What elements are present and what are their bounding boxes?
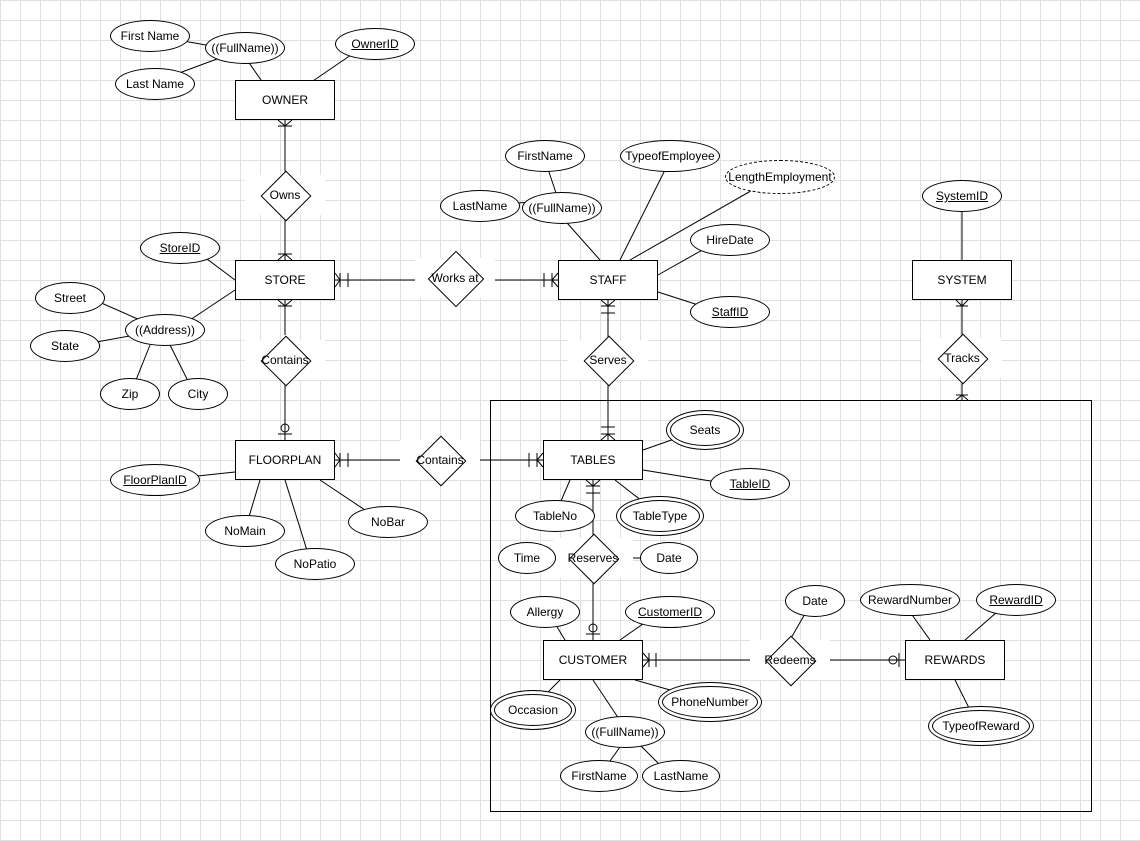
entity-floorplan[interactable]: FLOORPLAN bbox=[235, 440, 335, 480]
rel-reserves[interactable]: Reserves bbox=[553, 538, 633, 578]
entity-staff[interactable]: STAFF bbox=[558, 260, 658, 300]
attr-customer-phone[interactable]: PhoneNumber bbox=[662, 686, 758, 718]
attr-tables-id[interactable]: TableID bbox=[710, 468, 790, 500]
entity-system-label: SYSTEM bbox=[937, 273, 986, 287]
attr-floorplan-id[interactable]: FloorPlanID bbox=[110, 464, 200, 496]
attr-staff-id[interactable]: StaffID bbox=[690, 296, 770, 328]
entity-floorplan-label: FLOORPLAN bbox=[249, 453, 322, 467]
entity-owner[interactable]: OWNER bbox=[235, 80, 335, 120]
entity-store[interactable]: STORE bbox=[235, 260, 335, 300]
entity-customer[interactable]: CUSTOMER bbox=[543, 640, 643, 680]
attr-tables-seats[interactable]: Seats bbox=[670, 414, 740, 446]
attr-reserves-date[interactable]: Date bbox=[640, 542, 698, 574]
entity-rewards-label: REWARDS bbox=[925, 653, 986, 667]
attr-rewards-id[interactable]: RewardID bbox=[976, 584, 1056, 616]
attr-staff-fullname[interactable]: ((FullName)) bbox=[522, 192, 602, 224]
entity-system[interactable]: SYSTEM bbox=[912, 260, 1012, 300]
entity-staff-label: STAFF bbox=[589, 273, 626, 287]
attr-store-zip[interactable]: Zip bbox=[100, 378, 160, 410]
attr-staff-lastname[interactable]: LastName bbox=[440, 190, 520, 222]
entity-rewards[interactable]: REWARDS bbox=[905, 640, 1005, 680]
attr-customer-id[interactable]: CustomerID bbox=[625, 596, 715, 628]
er-diagram-canvas: OWNER First Name Last Name ((FullName)) … bbox=[0, 0, 1140, 841]
attr-customer-occasion[interactable]: Occasion bbox=[494, 694, 572, 726]
attr-store-street[interactable]: Street bbox=[35, 282, 105, 314]
rel-serves[interactable]: Serves bbox=[568, 340, 648, 380]
attr-floorplan-nobar[interactable]: NoBar bbox=[348, 506, 428, 538]
attr-floorplan-nopatio[interactable]: NoPatio bbox=[275, 548, 355, 580]
rel-contains-store[interactable]: Contains bbox=[245, 340, 325, 380]
attr-store-id[interactable]: StoreID bbox=[140, 232, 220, 264]
attr-staff-length-employment[interactable]: LengthEmployment bbox=[725, 160, 835, 194]
attr-rewards-number[interactable]: RewardNumber bbox=[860, 584, 960, 616]
attr-store-state[interactable]: State bbox=[30, 330, 100, 362]
rel-works-at[interactable]: Works at bbox=[415, 258, 495, 298]
rel-contains-fp[interactable]: Contains bbox=[400, 440, 480, 480]
attr-redeems-date[interactable]: Date bbox=[785, 585, 845, 617]
rel-tracks[interactable]: Tracks bbox=[922, 338, 1002, 378]
attr-floorplan-nomain[interactable]: NoMain bbox=[205, 515, 285, 547]
attr-store-city[interactable]: City bbox=[168, 378, 228, 410]
attr-customer-lastname[interactable]: LastName bbox=[642, 760, 720, 792]
attr-system-id[interactable]: SystemID bbox=[922, 180, 1002, 212]
entity-store-label: STORE bbox=[264, 273, 305, 287]
attr-reserves-time[interactable]: Time bbox=[498, 542, 556, 574]
attr-owner-fullname[interactable]: ((FullName)) bbox=[205, 32, 285, 64]
attr-tables-tabletype[interactable]: TableType bbox=[620, 500, 700, 532]
attr-customer-allergy[interactable]: Allergy bbox=[510, 596, 580, 628]
entity-owner-label: OWNER bbox=[262, 93, 308, 107]
attr-owner-id[interactable]: OwnerID bbox=[335, 28, 415, 60]
entity-tables[interactable]: TABLES bbox=[543, 440, 643, 480]
attr-staff-hiredate[interactable]: HireDate bbox=[690, 224, 770, 256]
attr-store-address[interactable]: ((Address)) bbox=[125, 314, 205, 346]
attr-staff-firstname[interactable]: FirstName bbox=[505, 140, 585, 172]
rel-owns[interactable]: Owns bbox=[245, 175, 325, 215]
attr-customer-firstname[interactable]: FirstName bbox=[560, 760, 638, 792]
attr-rewards-type[interactable]: TypeofReward bbox=[932, 710, 1030, 742]
attr-customer-fullname[interactable]: ((FullName)) bbox=[585, 716, 665, 748]
rel-redeems[interactable]: Redeems bbox=[750, 640, 830, 680]
attr-owner-first-name[interactable]: First Name bbox=[110, 20, 190, 52]
attr-tables-tableno[interactable]: TableNo bbox=[515, 500, 595, 532]
attr-owner-last-name[interactable]: Last Name bbox=[115, 68, 195, 100]
attr-staff-type[interactable]: TypeofEmployee bbox=[620, 140, 720, 172]
entity-customer-label: CUSTOMER bbox=[559, 653, 627, 667]
entity-tables-label: TABLES bbox=[570, 453, 615, 467]
